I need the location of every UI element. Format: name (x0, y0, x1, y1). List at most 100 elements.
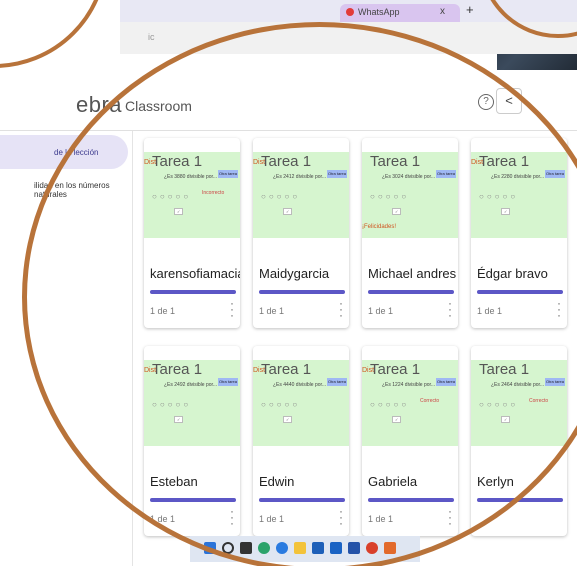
other-task-button[interactable]: Otra tarea (436, 170, 456, 178)
more-options-icon[interactable]: · · · (448, 297, 452, 321)
new-tab-button[interactable]: + (466, 2, 474, 17)
student-name: Édgar bravo (477, 266, 548, 281)
task-title: Tarea 1 (479, 361, 530, 378)
share-button[interactable]: < (496, 88, 522, 114)
student-card[interactable]: Dist Tarea 1 ¿Es 1224 divisible por... O… (362, 346, 458, 536)
student-card-grid: Dist Tarea 1 ¿Es 3880 divisible por... O… (142, 138, 577, 566)
feedback-text: Correcto (420, 398, 440, 404)
page-count: 1 de 1 (259, 306, 285, 316)
progress-bar (368, 290, 454, 294)
other-task-button[interactable]: Otra tarea (327, 170, 347, 178)
task-question: ¿Es 3024 divisible por... (382, 174, 436, 180)
address-bar[interactable]: ic (120, 22, 577, 54)
other-task-button[interactable]: Otra tarea (327, 378, 347, 386)
start-icon[interactable] (204, 542, 216, 554)
answer-options: ○○○○○ (370, 192, 410, 201)
feedback-text: ¡Felicidades! (362, 224, 397, 230)
task-title: Tarea 1 (370, 153, 421, 170)
brand-logo-text: ebra (76, 92, 123, 117)
check-box: ✓ (283, 416, 293, 423)
task-question: ¿Es 3880 divisible por... (164, 174, 218, 180)
task-view-icon[interactable] (240, 542, 252, 554)
task-title: Tarea 1 (479, 153, 530, 170)
store-icon[interactable] (312, 542, 324, 554)
more-options-icon[interactable]: · · · (339, 297, 343, 321)
student-card[interactable]: Tarea 1 ¿Es 3024 divisible por... Otra t… (362, 138, 458, 328)
task-question: ¿Es 2280 divisible por... (491, 174, 545, 180)
word-icon[interactable] (348, 542, 360, 554)
task-thumbnail[interactable]: Tarea 1 ¿Es 3024 divisible por... Otra t… (362, 152, 458, 238)
task-title: Tarea 1 (370, 361, 421, 378)
whatsapp-icon (346, 8, 354, 16)
task-thumbnail[interactable]: Tarea 1 ¿Es 2464 divisible por... Otra t… (471, 360, 567, 446)
page-title: Classroom (125, 98, 192, 114)
tab-title: WhatsApp (358, 7, 400, 17)
more-options-icon[interactable]: · · · (557, 297, 561, 321)
check-box: ✓ (501, 208, 511, 215)
task-question: ¿Es 2464 divisible por... (491, 382, 545, 388)
app-icon[interactable] (384, 542, 396, 554)
student-name: Maidygarcia (259, 266, 330, 281)
more-options-icon[interactable]: · · · (230, 505, 234, 529)
other-task-button[interactable]: Otra tarea (436, 378, 456, 386)
tab-close-icon[interactable]: x (440, 6, 445, 17)
student-name: karensofiamaciascla... (150, 266, 240, 281)
page-count: 1 de 1 (150, 306, 176, 316)
student-card[interactable]: Dist Tarea 1 ¿Es 2492 divisible por... O… (144, 346, 240, 536)
answer-options: ○○○○○ (261, 400, 301, 409)
mail-icon[interactable] (330, 542, 342, 554)
task-title: Tarea 1 (261, 153, 312, 170)
student-card[interactable]: Dist Tarea 1 ¿Es 3880 divisible por... O… (144, 138, 240, 328)
chrome-icon[interactable] (366, 542, 378, 554)
answer-options: ○○○○○ (261, 192, 301, 201)
progress-bar (150, 290, 236, 294)
progress-bar (259, 290, 345, 294)
task-question: ¿Es 4440 divisible por... (273, 382, 327, 388)
task-title: Tarea 1 (152, 361, 203, 378)
task-thumbnail[interactable]: Dist Tarea 1 ¿Es 4440 divisible por... O… (253, 360, 349, 446)
answer-options: ○○○○○ (152, 192, 192, 201)
task-title: Tarea 1 (261, 361, 312, 378)
sidebar-item-label: de la lección (54, 148, 99, 157)
check-box: ✓ (174, 208, 184, 215)
student-name: Kerlyn (477, 474, 514, 489)
task-question: ¿Es 1224 divisible por... (382, 382, 436, 388)
student-name: Gabriela (368, 474, 418, 489)
answer-options: ○○○○○ (152, 400, 192, 409)
task-thumbnail[interactable]: Dist Tarea 1 ¿Es 2412 divisible por... O… (253, 152, 349, 238)
student-card[interactable]: Dist Tarea 1 ¿Es 2412 divisible por... O… (253, 138, 349, 328)
other-task-button[interactable]: Otra tarea (545, 378, 565, 386)
tab-whatsapp[interactable]: WhatsApp x (340, 4, 460, 22)
other-task-button[interactable]: Otra tarea (218, 378, 238, 386)
student-card[interactable]: Dist Tarea 1 ¿Es 2280 divisible por... O… (471, 138, 567, 328)
task-thumbnail[interactable]: Dist Tarea 1 ¿Es 3880 divisible por... O… (144, 152, 240, 238)
student-card[interactable]: Tarea 1 ¿Es 2464 divisible por... Otra t… (471, 346, 567, 536)
progress-bar (150, 498, 236, 502)
more-options-icon[interactable]: · · · (230, 297, 234, 321)
edge-icon[interactable] (258, 542, 270, 554)
more-options-icon[interactable]: · · · (448, 505, 452, 529)
sidebar-item-divisibility[interactable]: ilidad en los números naturales (34, 181, 132, 199)
answer-options: ○○○○○ (479, 400, 519, 409)
progress-bar (259, 498, 345, 502)
windows-taskbar (190, 536, 420, 562)
page-count: 1 de 1 (150, 514, 176, 524)
task-thumbnail[interactable]: Dist Tarea 1 ¿Es 1224 divisible por... O… (362, 360, 458, 446)
address-text: ic (148, 32, 155, 42)
task-title: Tarea 1 (152, 153, 203, 170)
decorative-circle (0, 0, 108, 68)
student-card[interactable]: Dist Tarea 1 ¿Es 4440 divisible por... O… (253, 346, 349, 536)
task-thumbnail[interactable]: Dist Tarea 1 ¿Es 2492 divisible por... O… (144, 360, 240, 446)
progress-bar (477, 498, 563, 502)
more-options-icon[interactable]: · · · (339, 505, 343, 529)
check-box: ✓ (392, 416, 402, 423)
browser-icon[interactable] (276, 542, 288, 554)
search-icon[interactable] (222, 542, 234, 554)
other-task-button[interactable]: Otra tarea (218, 170, 238, 178)
feedback-text: Correcto (529, 398, 549, 404)
page-count: 1 de 1 (368, 306, 394, 316)
task-thumbnail[interactable]: Dist Tarea 1 ¿Es 2280 divisible por... O… (471, 152, 567, 238)
other-task-button[interactable]: Otra tarea (545, 170, 565, 178)
folder-icon[interactable] (294, 542, 306, 554)
help-icon[interactable]: ? (478, 94, 494, 110)
